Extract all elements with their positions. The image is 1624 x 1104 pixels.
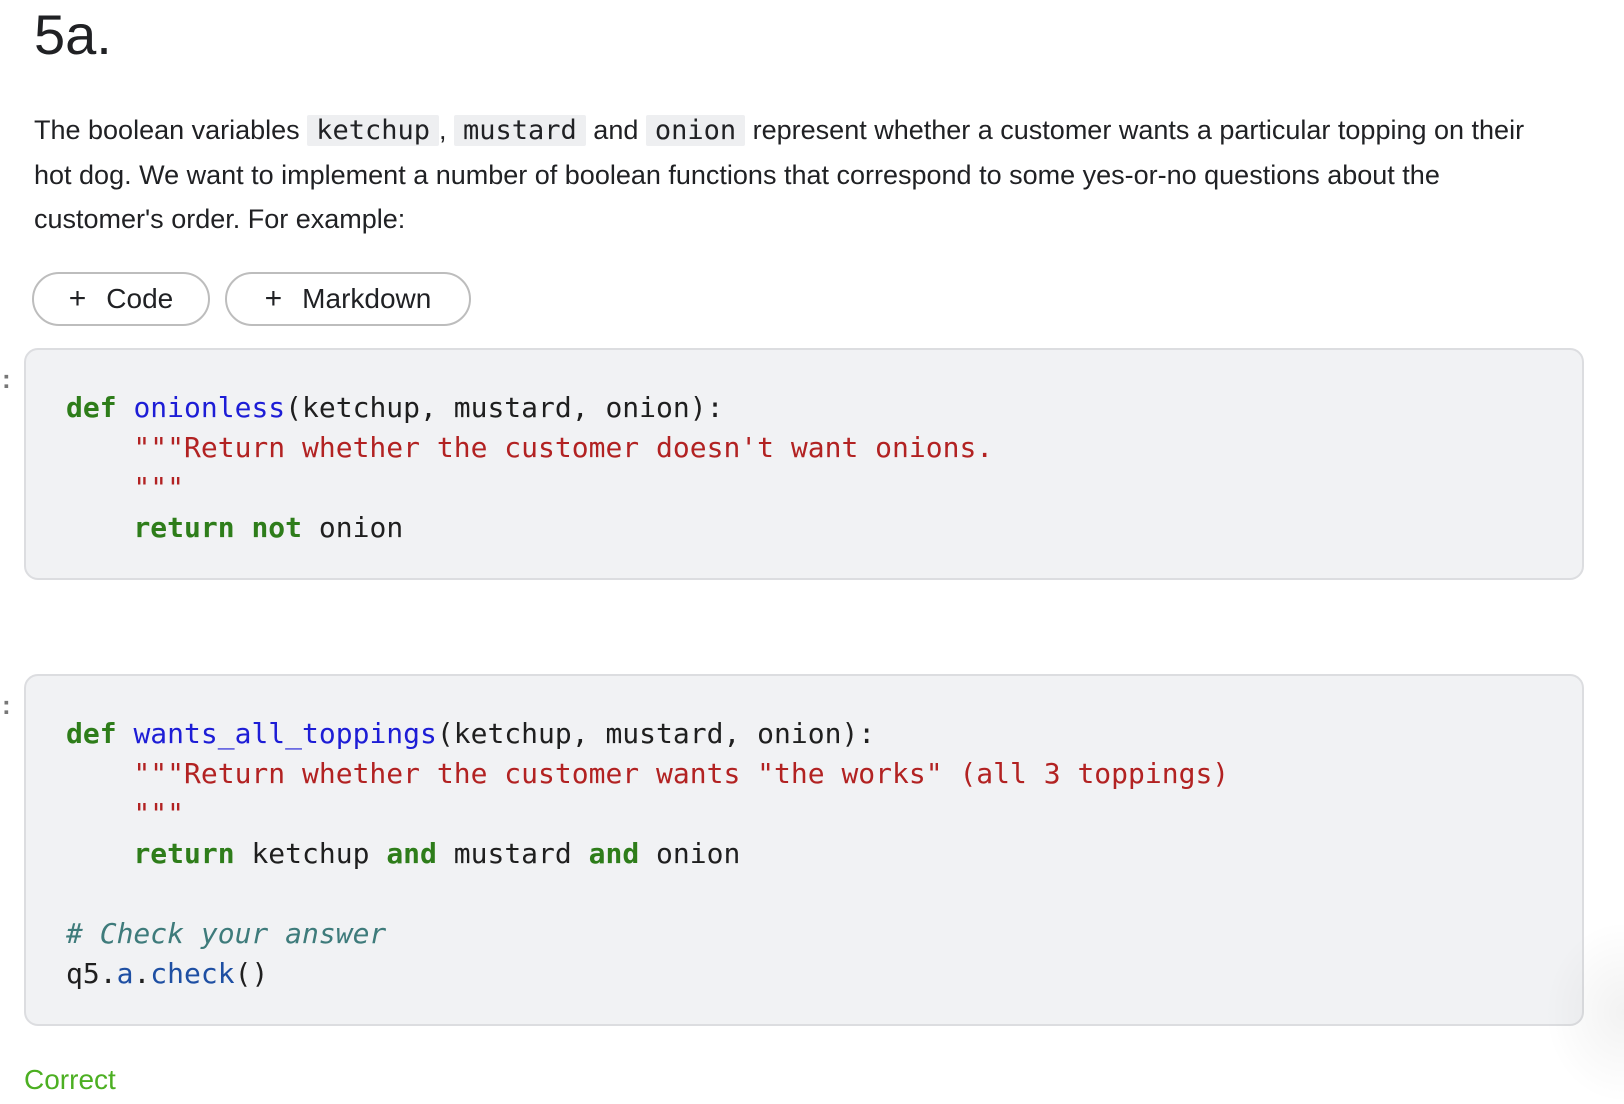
cell-drag-handle-icon[interactable]: : [2, 366, 11, 392]
code-token: not [251, 511, 303, 544]
docstring-line: """ [66, 797, 185, 830]
function-name: wants_all_toppings [133, 717, 437, 750]
add-markdown-cell-button[interactable]: + Markdown [225, 272, 471, 326]
code-cell-wants-all-toppings[interactable]: def wants_all_toppings(ketchup, mustard,… [24, 674, 1584, 1026]
code-cell-onionless[interactable]: def onionless(ketchup, mustard, onion): … [24, 348, 1584, 580]
cell-drag-handle-icon[interactable]: : [2, 692, 11, 718]
inline-code-onion: onion [645, 115, 746, 146]
add-code-cell-button[interactable]: + Code [32, 272, 210, 326]
code-token: onion [639, 837, 741, 870]
code-token: and [588, 837, 640, 870]
code-token: q5. [66, 957, 117, 990]
function-name: onionless [133, 391, 286, 424]
inline-code-mustard: mustard [454, 115, 586, 146]
intro-sep-2: and [585, 115, 646, 145]
section-heading: 5a. [34, 3, 112, 66]
code-token: . [133, 957, 151, 990]
code-token: mustard [436, 837, 589, 870]
code-token: def [66, 717, 117, 750]
code-token: onion [302, 511, 404, 544]
code-token: a [116, 957, 134, 990]
code-token: return [133, 837, 235, 870]
code-token: check [150, 957, 235, 990]
docstring-line: """Return whether the customer wants "th… [66, 757, 1230, 790]
code-token: and [386, 837, 437, 870]
code-token: (ketchup, mustard, onion): [436, 717, 876, 750]
add-code-label: Code [106, 283, 174, 314]
cell-output-result: Correct [24, 1064, 116, 1095]
code-token: (ketchup, mustard, onion): [285, 391, 724, 424]
docstring-line: """ [66, 471, 185, 504]
code-editor[interactable]: def onionless(ketchup, mustard, onion): … [66, 388, 993, 548]
intro-text-1: The boolean variables [34, 115, 308, 145]
code-token: return [133, 511, 235, 544]
code-token: () [234, 957, 269, 990]
code-comment: # Check your answer [66, 917, 387, 950]
add-markdown-label: Markdown [302, 283, 432, 314]
plus-icon: + [264, 282, 283, 315]
code-token: ketchup [234, 837, 387, 870]
intro-paragraph: The boolean variables ketchup, mustard a… [34, 108, 1554, 241]
intro-sep-1: , [438, 115, 454, 145]
scroll-shadow [1544, 920, 1624, 1104]
code-token: def [66, 391, 117, 424]
plus-icon: + [68, 282, 87, 315]
docstring-line: """Return whether the customer doesn't w… [66, 431, 994, 464]
inline-code-ketchup: ketchup [307, 115, 439, 146]
code-editor[interactable]: def wants_all_toppings(ketchup, mustard,… [66, 714, 1229, 994]
